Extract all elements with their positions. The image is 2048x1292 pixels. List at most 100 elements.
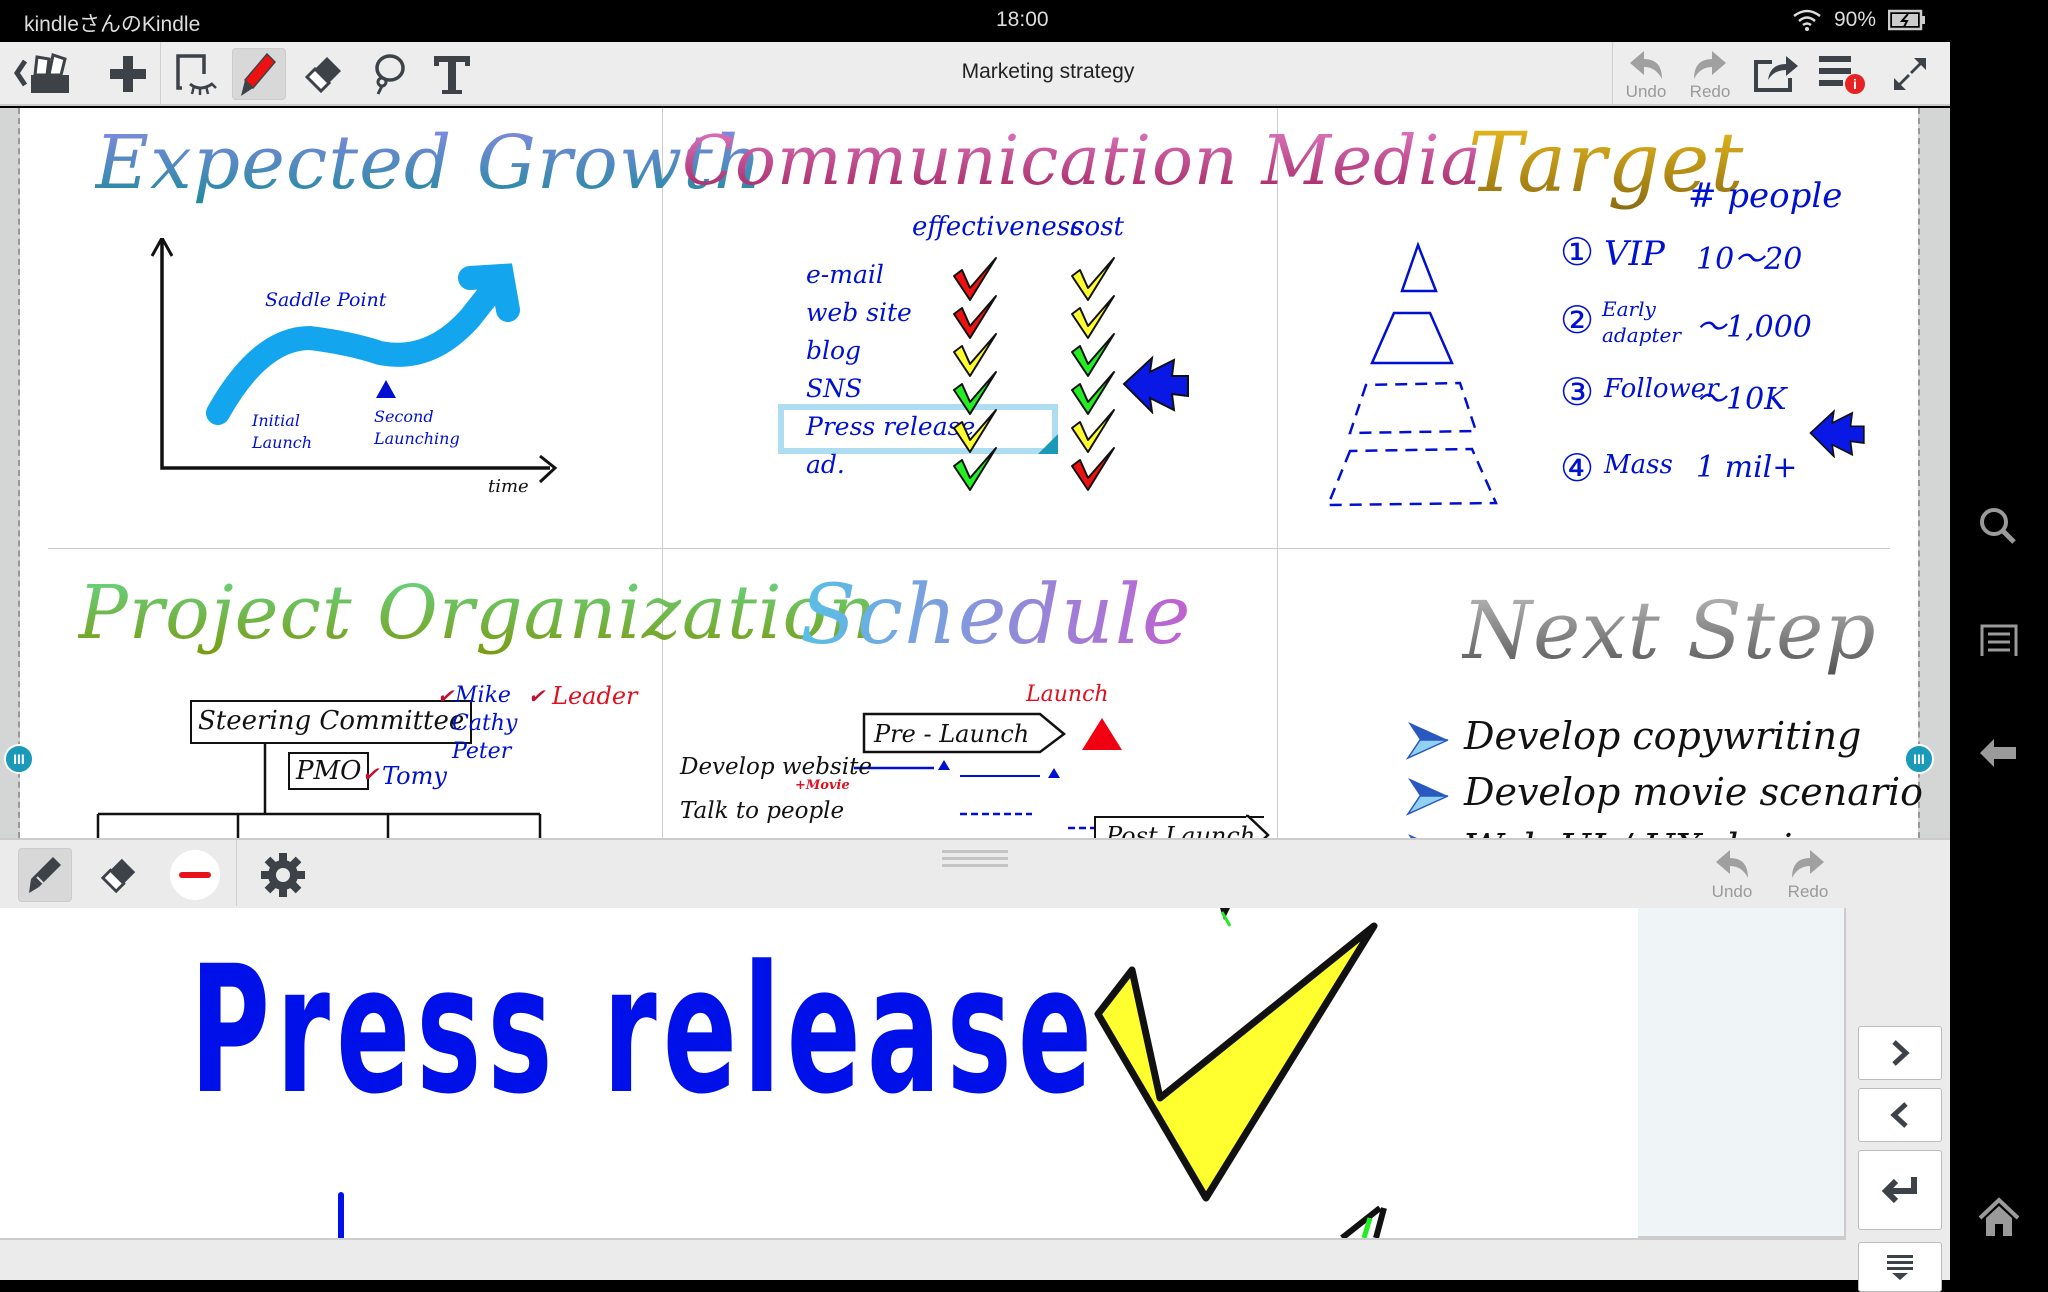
tier-number: ① <box>1560 230 1595 274</box>
redo-button[interactable]: Redo <box>1682 44 1738 104</box>
input-undo-button[interactable]: Undo <box>1702 844 1762 904</box>
input-area-right-margin <box>1638 908 1846 1238</box>
right-margin <box>1918 108 1950 838</box>
enter-key[interactable] <box>1858 1150 1942 1230</box>
hide-keyboard-key[interactable] <box>1858 1242 1942 1292</box>
media-row-label: ad. <box>806 450 845 479</box>
annotation-saddle-point: Saddle Point <box>265 289 387 311</box>
fullscreen-button[interactable] <box>1880 48 1940 100</box>
pmo-member-tomy: Tomy <box>382 762 447 790</box>
notebook-page-canvas[interactable]: Expected Growth Saddle Point Initial Lau… <box>0 108 1950 838</box>
main-toolbar: Marketing strategy Undo Redo i <box>0 42 1950 106</box>
check-icon: ✔ <box>362 762 379 786</box>
check-red-icon <box>1071 447 1115 491</box>
bullet-arrow-icon <box>1406 778 1449 816</box>
bottom-bar <box>0 1238 1950 1280</box>
member-peter: Peter <box>452 739 512 764</box>
system-nav-bar <box>1950 0 2048 1280</box>
collapse-keyboard-icon <box>1887 1255 1913 1280</box>
leader-label: Leader <box>552 682 638 710</box>
share-icon <box>1754 56 1798 92</box>
panel-title: Next Step <box>1462 584 1877 677</box>
home-icon <box>1978 1197 2020 1236</box>
menu-button[interactable]: i <box>1812 48 1872 100</box>
next-key[interactable] <box>1858 1026 1942 1080</box>
media-row-label: e-mail <box>806 260 884 289</box>
task-talk-to-people: Talk to people <box>680 798 845 824</box>
column-effectiveness: effectiveness <box>912 212 1084 242</box>
undo-button[interactable]: Undo <box>1618 44 1674 104</box>
expand-icon <box>1894 58 1926 90</box>
pointer-arrow-icon <box>1122 355 1189 414</box>
next-step-label: Develop copywriting <box>1464 714 1862 758</box>
phase-pre-launch: Pre - Launch <box>874 720 1030 748</box>
org-chart-lines <box>96 744 542 838</box>
task-develop-website: Develop website <box>680 754 872 780</box>
redo-icon <box>1694 51 1726 79</box>
drag-handle[interactable] <box>942 850 1008 872</box>
home-nav-button[interactable] <box>1974 1194 2024 1244</box>
pointer-arrow-icon <box>1809 409 1865 458</box>
redo-label: Redo <box>1787 882 1829 901</box>
pen-color-button[interactable] <box>170 850 220 900</box>
left-margin <box>0 108 20 838</box>
phase-post-launch: Post Launch <box>1106 822 1256 838</box>
eraser-button[interactable] <box>92 848 146 902</box>
settings-button[interactable] <box>256 848 310 902</box>
tier-count: 10～20 <box>1696 242 1803 277</box>
previous-key[interactable] <box>1858 1088 1942 1142</box>
tier-count: ～10K <box>1696 382 1787 417</box>
gear-icon <box>261 853 305 897</box>
redo-label: Redo <box>1689 82 1731 101</box>
input-keys <box>1846 908 1950 1292</box>
battery-charging-icon <box>1888 9 1925 31</box>
red-line-icon <box>179 872 211 878</box>
post-launch-arrow <box>1090 814 1091 815</box>
member-mike: Mike <box>455 683 511 708</box>
pen-button[interactable] <box>18 848 72 902</box>
undo-label: Undo <box>1625 82 1667 101</box>
column-people: # people <box>1688 176 1843 216</box>
handwriting-input-area[interactable]: Press release <box>0 908 1846 1238</box>
panel-title: Communication Media <box>682 122 1483 201</box>
undo-icon <box>1716 850 1748 878</box>
check-icon: ✔ <box>437 684 454 708</box>
tier-number: ③ <box>1560 370 1595 414</box>
clock: 18:00 <box>996 8 1049 31</box>
annotation-initial-launch: Initial Launch <box>252 411 313 452</box>
pen-icon <box>29 857 61 893</box>
back-arrow-icon <box>1980 739 2016 767</box>
tier-count: ～1,000 <box>1696 310 1812 345</box>
handwriting-toolbar: Undo Redo <box>0 838 1950 908</box>
left-resize-handle[interactable]: III <box>4 744 34 774</box>
battery-percent: 90% <box>1833 8 1876 31</box>
zoomed-stroke <box>338 1192 344 1238</box>
milestone-label: Launch <box>1026 682 1109 707</box>
redo-icon <box>1792 850 1824 878</box>
enter-icon <box>1882 1177 1917 1204</box>
next-step-label: Web UI / UX design <box>1464 826 1841 838</box>
share-button[interactable] <box>1746 48 1806 100</box>
zoomed-yellow-check-icon <box>1094 908 1387 1238</box>
undo-icon <box>1630 51 1662 79</box>
device-name: kindleさんのKindle <box>24 13 201 36</box>
back-nav-button[interactable] <box>1974 728 2024 778</box>
document-title: Marketing strategy <box>961 60 1135 83</box>
x-axis-label: time <box>488 476 529 497</box>
resize-handle[interactable] <box>1038 434 1058 454</box>
input-redo-button[interactable]: Redo <box>1778 844 1838 904</box>
tier-number: ② <box>1560 298 1595 342</box>
panel-title: Schedule <box>800 568 1192 663</box>
menu-nav-button[interactable] <box>1974 616 2024 666</box>
growth-chart-drawing <box>150 238 558 484</box>
chevron-right-icon <box>1892 1040 1910 1066</box>
search-button[interactable] <box>1974 502 2024 552</box>
media-row-label: web site <box>806 298 912 327</box>
check-icon: ✔ <box>528 684 545 708</box>
right-resize-handle[interactable]: III <box>1904 744 1934 774</box>
media-row-label: SNS <box>806 374 863 403</box>
status-bar: kindleさんのKindle 18:00 90% <box>0 0 1950 42</box>
task-note: +Movie <box>795 778 850 793</box>
bullet-arrow-icon <box>1406 722 1449 760</box>
media-row-label: blog <box>806 336 862 365</box>
